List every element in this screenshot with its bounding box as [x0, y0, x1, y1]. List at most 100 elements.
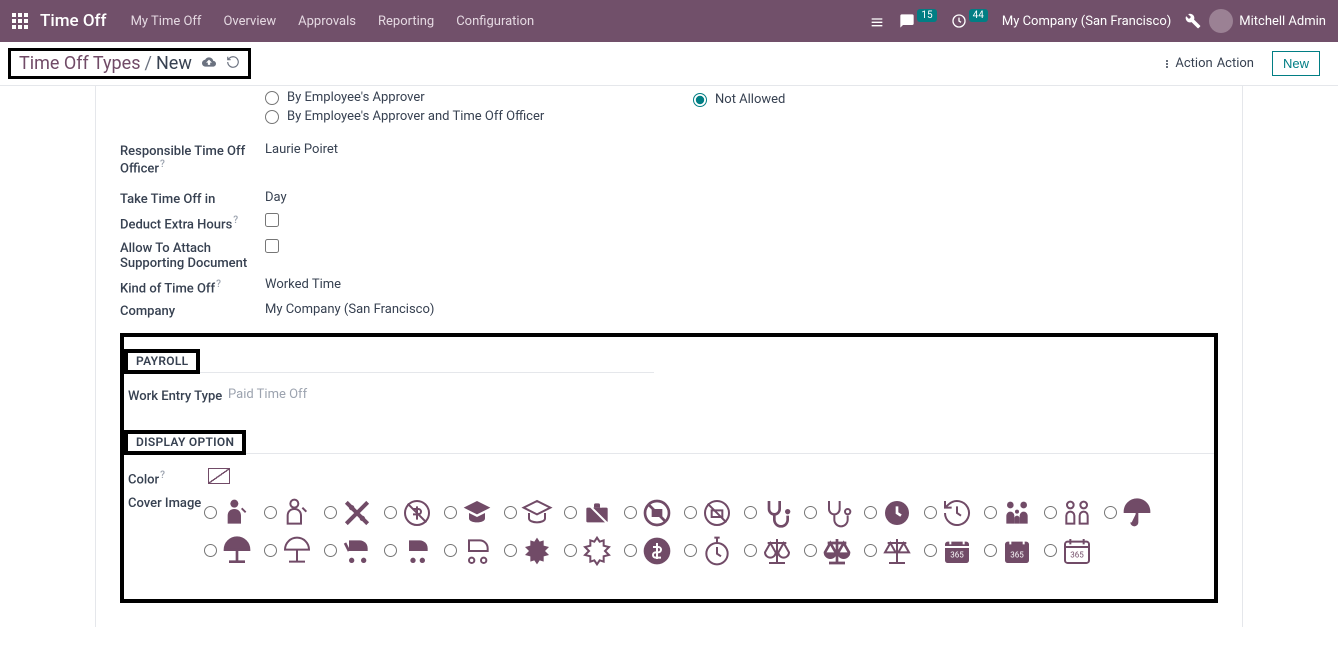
cover-radio-stroller-solid[interactable]	[324, 544, 337, 557]
cover-radio-nosign2[interactable]	[684, 506, 697, 519]
dollar-icon	[639, 533, 675, 569]
label-by-approver-officer[interactable]: By Employee's Approver and Time Off Offi…	[287, 109, 544, 124]
cover-radio-umbrella-solid[interactable]	[1104, 506, 1117, 519]
cover-radio-stroller-outline[interactable]	[444, 544, 457, 557]
label-company: Company	[120, 302, 265, 319]
checkbox-attach[interactable]	[265, 239, 279, 253]
cover-radio-crossed-dna[interactable]	[324, 506, 337, 519]
stroller-outline-icon	[459, 533, 495, 569]
cover-radio-person-arm-outline[interactable]	[264, 506, 277, 519]
value-responsible[interactable]: Laurie Poiret	[265, 142, 338, 157]
user-name[interactable]: Mitchell Admin	[1239, 14, 1326, 29]
scales2-icon	[879, 533, 915, 569]
checkbox-deduct[interactable]	[265, 213, 279, 227]
nav-overview[interactable]: Overview	[223, 14, 276, 29]
cover-radio-dollar-solid[interactable]	[624, 544, 637, 557]
svg-text:365: 365	[1070, 551, 1084, 560]
stroller2-icon	[399, 533, 435, 569]
umbrella2-icon	[219, 533, 255, 569]
cover-radio-steth-outline[interactable]	[804, 506, 817, 519]
cover-radio-scales-solid[interactable]	[804, 544, 817, 557]
cover-radio-umbrella-solid2[interactable]	[204, 544, 217, 557]
cover-radio-umbrella-outline[interactable]	[264, 544, 277, 557]
cover-radio-steth-solid[interactable]	[744, 506, 757, 519]
family-outline-icon	[1059, 495, 1095, 531]
umbrella-outline-icon	[279, 533, 315, 569]
label-attach: Allow To Attach Supporting Document	[120, 239, 265, 271]
history-icon	[879, 495, 915, 531]
radio-not-allowed[interactable]	[693, 93, 707, 107]
graduation-icon	[459, 495, 495, 531]
value-wet[interactable]: Paid Time Off	[228, 387, 307, 402]
cover-radio-extra-solid[interactable]	[504, 544, 517, 557]
nav-reporting[interactable]: Reporting	[378, 14, 434, 29]
scales-solid-icon	[819, 533, 855, 569]
scales-icon	[759, 533, 795, 569]
quick-create-icon[interactable]	[869, 13, 885, 29]
radio-by-approver[interactable]	[265, 91, 279, 105]
cover-radio-family-solid[interactable]	[984, 506, 997, 519]
messages-icon[interactable]: 15	[899, 13, 936, 29]
cover-radio-person-arm-solid[interactable]	[204, 506, 217, 519]
cloud-save-icon[interactable]	[202, 55, 216, 73]
cover-radio-cal365-solid2[interactable]	[984, 544, 997, 557]
value-kind[interactable]: Worked Time	[265, 277, 341, 292]
cover-radio-grad-solid[interactable]	[444, 506, 457, 519]
breadcrumb: Time Off Types / New	[8, 48, 251, 79]
svg-text:365: 365	[950, 551, 964, 560]
breadcrumb-root[interactable]: Time Off Types	[19, 53, 141, 74]
activities-badge: 44	[969, 9, 988, 22]
label-deduct: Deduct Extra Hours?	[120, 213, 265, 232]
cover-radio-scales-outline2[interactable]	[864, 544, 877, 557]
label-by-approver[interactable]: By Employee's Approver	[287, 90, 425, 105]
label-takein: Take Time Off in	[120, 190, 265, 207]
form-sheet: By Employee's Approver By Employee's App…	[95, 86, 1243, 627]
cover-radio-nodollar-outline[interactable]	[384, 506, 397, 519]
cover-radio-nosign1[interactable]	[624, 506, 637, 519]
nav-configuration[interactable]: Configuration	[456, 14, 534, 29]
breadcrumb-current: New	[156, 53, 192, 74]
action-button[interactable]: Action Action	[1161, 56, 1254, 71]
cover-radio-stroller-solid2[interactable]	[384, 544, 397, 557]
nav-approvals[interactable]: Approvals	[298, 14, 356, 29]
apps-icon[interactable]	[12, 13, 28, 29]
cover-radio-scales-outline[interactable]	[744, 544, 757, 557]
cover-image-grid: 365 365 365	[124, 495, 1214, 569]
cover-radio-cal365-outline[interactable]	[1044, 544, 1057, 557]
crossed-dna-icon	[339, 495, 375, 531]
person-arm-outline-icon	[279, 495, 315, 531]
cover-radio-stopwatch-outline[interactable]	[684, 544, 697, 557]
top-nav: Time Off My Time Off Overview Approvals …	[0, 0, 1338, 42]
nav-mytimeoff[interactable]: My Time Off	[131, 14, 202, 29]
activities-icon[interactable]: 44	[951, 13, 988, 29]
value-takein[interactable]: Day	[265, 190, 287, 205]
no-sign-outline-icon	[699, 495, 735, 531]
cover-radio-grad-outline[interactable]	[504, 506, 517, 519]
radio-by-approver-officer[interactable]	[265, 110, 279, 124]
stroller-icon	[339, 533, 375, 569]
no-dollar-icon	[399, 495, 435, 531]
discard-icon[interactable]	[226, 55, 240, 73]
app-brand[interactable]: Time Off	[40, 11, 107, 31]
no-sign-icon	[639, 495, 675, 531]
cover-radio-briefcase-off-solid[interactable]	[564, 506, 577, 519]
value-company[interactable]: My Company (San Francisco)	[265, 302, 434, 317]
new-button[interactable]: New	[1272, 51, 1320, 76]
label-color: Color?	[128, 468, 208, 487]
section-display: DISPLAY OPTION	[136, 435, 234, 449]
cover-radio-history-outline[interactable]	[924, 506, 937, 519]
stethoscope-icon	[759, 495, 795, 531]
cover-radio-family-outline[interactable]	[1044, 506, 1057, 519]
cover-radio-cal365-solid[interactable]	[924, 544, 937, 557]
label-not-allowed[interactable]: Not Allowed	[715, 92, 785, 107]
cover-radio-extra-outline[interactable]	[564, 544, 577, 557]
umbrella-icon	[1119, 495, 1155, 531]
debug-icon[interactable]	[1185, 13, 1201, 29]
company-switcher[interactable]: My Company (San Francisco)	[1002, 14, 1171, 29]
cover-radio-history-solid[interactable]	[864, 506, 877, 519]
stethoscope-outline-icon	[819, 495, 855, 531]
calendar-365-icon: 365	[939, 533, 975, 569]
color-picker[interactable]	[208, 468, 230, 484]
avatar[interactable]	[1209, 9, 1233, 33]
calendar-365-outline-icon: 365	[1059, 533, 1095, 569]
